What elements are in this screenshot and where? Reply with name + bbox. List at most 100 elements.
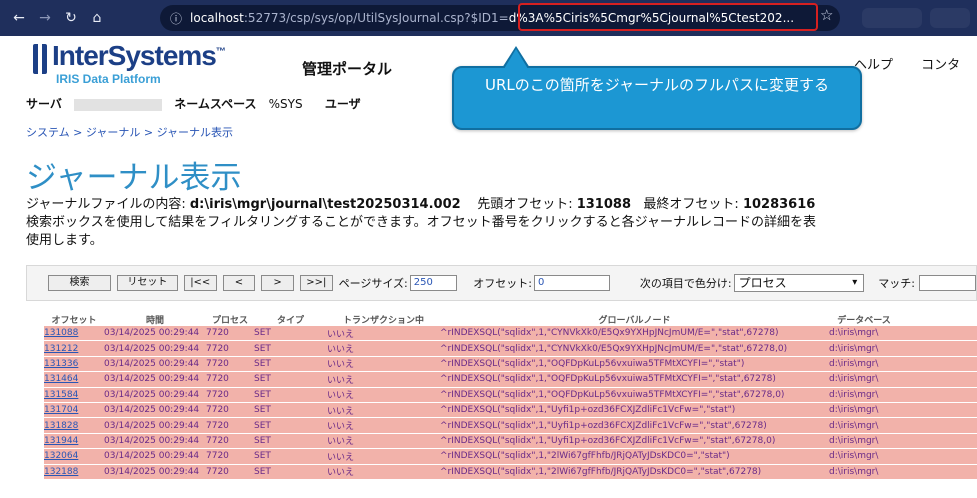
start-offset-value: 131088 xyxy=(576,197,631,212)
home-icon[interactable]: ⌂ xyxy=(84,10,110,26)
search-button[interactable]: 検索 xyxy=(48,275,111,291)
url-host: localhost xyxy=(190,11,244,25)
server-label: サーバ xyxy=(26,97,62,111)
back-icon[interactable]: ← xyxy=(6,10,32,26)
table-row: 131212 03/14/2025 00:29:44 7720 SET いいえ ^rIND… xyxy=(44,341,977,357)
table-cell: 7720 xyxy=(206,435,229,446)
offset-link[interactable]: 132064 xyxy=(44,451,104,461)
offset-link[interactable]: 131584 xyxy=(44,390,104,400)
description-line-2: 使用します。 xyxy=(26,233,103,248)
page-title: ジャーナル表示 xyxy=(26,160,242,196)
table-cell: ^rINDEXSQL("sqlidx",1,"CYNVkXk0/E5Qx9YXH… xyxy=(440,343,788,354)
table-cell: SET xyxy=(254,358,271,369)
profile-blurred xyxy=(862,8,922,28)
description-line-1: 検索ボックスを使用して結果をフィルタリングすることができます。オフセット番号をク… xyxy=(26,215,817,230)
offset-link[interactable]: 131828 xyxy=(44,421,104,431)
table-cell: 03/14/2025 00:29:44 xyxy=(104,389,200,400)
browser-toolbar: ← → ↻ ⌂ ⓘ localhost :52773/csp/sys/op/Ut… xyxy=(0,0,977,36)
table-cell: 03/14/2025 00:29:44 xyxy=(104,451,200,462)
table-cell: d:\iris\mgr\ xyxy=(829,343,879,354)
table-cell: 03/14/2025 00:29:44 xyxy=(104,466,200,477)
table-row: 131704 03/14/2025 00:29:44 7720 SET いいえ ^rIND… xyxy=(44,402,977,419)
content-path: d:\iris\mgr\journal\test20250314.002 xyxy=(189,197,461,212)
color-by-select[interactable]: プロセス ▾ xyxy=(733,274,865,292)
offset-link[interactable]: 131464 xyxy=(44,374,104,384)
table-row: 131584 03/14/2025 00:29:44 7720 SET いいえ ^rIND… xyxy=(44,387,977,403)
page-description: ジャーナルファイルの内容: d:\iris\mgr\journal\test20… xyxy=(26,196,816,250)
info-icon[interactable]: ⓘ xyxy=(170,10,182,27)
offset-input[interactable]: 0 xyxy=(534,275,610,291)
table-row: 131828 03/14/2025 00:29:44 7720 SET いいえ ^rIND… xyxy=(44,418,977,434)
table-cell: 03/14/2025 00:29:44 xyxy=(104,343,200,354)
table-header: オフセット 時間 プロセス タイプ トランザクション中 グローバルノード データ… xyxy=(44,313,977,326)
forward-icon[interactable]: → xyxy=(32,10,58,26)
namespace-value: %SYS xyxy=(268,97,303,111)
server-info-line: サーバ ネームスペース %SYS ユーザ xyxy=(26,95,369,112)
table-cell: SET xyxy=(254,420,271,431)
table-cell: ^rINDEXSQL("sqlidx",1,"Uyfi1p+ozd36FCXJZ… xyxy=(440,420,767,431)
table-cell: d:\iris\mgr\ xyxy=(829,435,879,446)
match-input[interactable] xyxy=(919,275,976,291)
breadcrumb-journal[interactable]: ジャーナル xyxy=(86,126,140,139)
annotation-callout: URLのこの箇所をジャーナルのフルパスに変更する xyxy=(452,46,862,130)
header-offset[interactable]: オフセット xyxy=(44,313,104,326)
table-cell: SET xyxy=(254,405,271,416)
journal-table: オフセット 時間 プロセス タイプ トランザクション中 グローバルノード データ… xyxy=(44,313,977,498)
reset-button[interactable]: リセット xyxy=(116,275,178,291)
table-cell: d:\iris\mgr\ xyxy=(829,374,879,385)
reload-icon[interactable]: ↻ xyxy=(58,10,84,26)
table-cell: 03/14/2025 00:29:44 xyxy=(104,328,200,339)
table-cell: 7720 xyxy=(206,451,229,462)
table-cell: d:\iris\mgr\ xyxy=(829,451,879,462)
table-cell: 7720 xyxy=(206,420,229,431)
menu-item-contact[interactable]: コンタ xyxy=(921,58,960,73)
table-cell: ^rINDEXSQL("sqlidx",1,"CYNVkXk0/E5Qx9YXH… xyxy=(440,328,779,339)
end-offset-value: 10283616 xyxy=(742,197,816,212)
offset-link[interactable]: 131944 xyxy=(44,436,104,446)
offset-link[interactable]: 131704 xyxy=(44,405,104,415)
last-page-button[interactable]: >>| xyxy=(299,275,333,291)
header-process[interactable]: プロセス xyxy=(206,313,254,326)
table-cell: d:\iris\mgr\ xyxy=(829,358,879,369)
chevron-down-icon: ▾ xyxy=(852,277,858,288)
breadcrumb-journal-view[interactable]: ジャーナル表示 xyxy=(157,126,233,139)
table-row: 132188 03/14/2025 00:29:44 7720 SET いいえ ^rIND… xyxy=(44,464,977,480)
offset-link[interactable]: 132188 xyxy=(44,467,104,477)
filter-toolbar: 検索 リセット |<< < > >>| ページサイズ: 250 オフセット: 0… xyxy=(26,265,977,301)
prev-page-button[interactable]: < xyxy=(222,275,256,291)
table-cell: SET xyxy=(254,435,271,446)
table-cell: いいえ xyxy=(327,345,355,356)
table-cell: ^rINDEXSQL("sqlidx",1,"Uyfi1p+ozd36FCXJZ… xyxy=(440,405,736,416)
table-cell: いいえ xyxy=(327,452,355,463)
page-root: ← → ↻ ⌂ ⓘ localhost :52773/csp/sys/op/Ut… xyxy=(0,0,977,498)
table-cell: 7720 xyxy=(206,405,229,416)
table-cell: 7720 xyxy=(206,389,229,400)
color-by-label: 次の項目で色分け: xyxy=(639,277,732,290)
pagesize-input[interactable]: 250 xyxy=(409,275,458,291)
table-cell: SET xyxy=(254,389,271,400)
header-global-node[interactable]: グローバルノード xyxy=(440,313,829,326)
content-label: ジャーナルファイルの内容: xyxy=(26,197,186,212)
header-type[interactable]: タイプ xyxy=(254,313,327,326)
table-cell: 03/14/2025 00:29:44 xyxy=(104,435,200,446)
offset-link[interactable]: 131212 xyxy=(44,344,104,354)
table-cell: d:\iris\mgr\ xyxy=(829,389,879,400)
table-body: 131088 03/14/2025 00:29:44 7720 SET いいえ ^rIND… xyxy=(44,326,977,480)
header-database[interactable]: データベース xyxy=(829,313,899,326)
match-label: マッチ: xyxy=(878,277,916,290)
next-page-button[interactable]: > xyxy=(261,275,294,291)
table-row: 132064 03/14/2025 00:29:44 7720 SET いいえ ^rIND… xyxy=(44,449,977,465)
table-cell: ^rINDEXSQL("sqlidx",1,"OQFDpKuLp56vxuiwa… xyxy=(440,374,776,385)
table-cell: d:\iris\mgr\ xyxy=(829,328,879,339)
table-row: 131944 03/14/2025 00:29:44 7720 SET いいえ ^rIND… xyxy=(44,433,977,450)
bookmark-star-icon[interactable]: ☆ xyxy=(820,6,833,24)
user-label: ユーザ xyxy=(324,97,361,111)
offset-link[interactable]: 131088 xyxy=(44,328,104,338)
table-row: 131336 03/14/2025 00:29:44 7720 SET いいえ ^rIND… xyxy=(44,356,977,373)
first-page-button[interactable]: |<< xyxy=(183,275,217,291)
breadcrumb-system[interactable]: システム xyxy=(26,126,70,139)
header-in-transaction[interactable]: トランザクション中 xyxy=(327,313,440,326)
table-cell: 7720 xyxy=(206,343,229,354)
offset-link[interactable]: 131336 xyxy=(44,359,104,369)
header-time[interactable]: 時間 xyxy=(104,313,206,326)
